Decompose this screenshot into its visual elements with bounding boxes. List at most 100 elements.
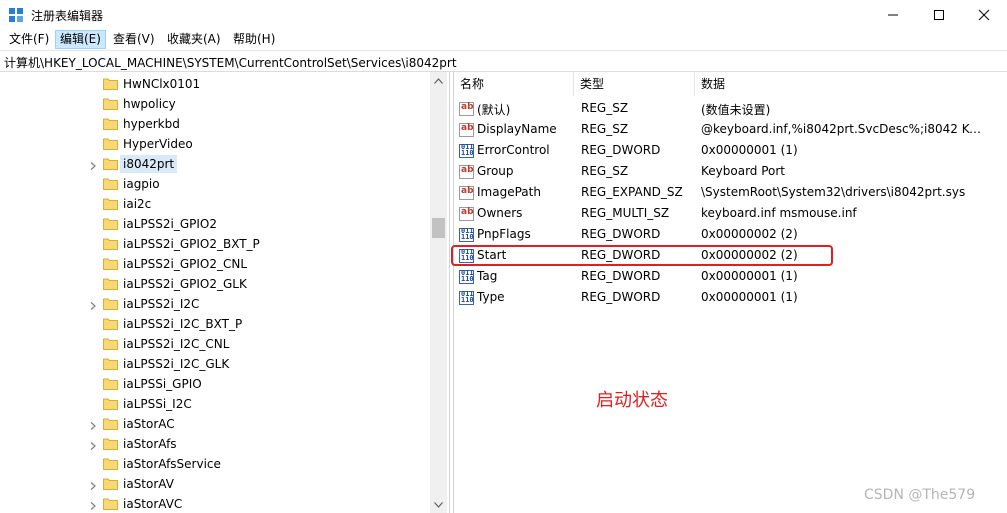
value-name: ErrorControl [477, 143, 550, 157]
folder-icon [103, 417, 118, 430]
value-name: Type [477, 290, 505, 304]
tree-item-label[interactable]: iaStorAC [120, 415, 178, 433]
close-button[interactable] [961, 0, 1007, 30]
tree-item[interactable]: i8042prt [0, 154, 430, 174]
tree-item[interactable]: iaStorAV [0, 474, 430, 494]
tree-item-label[interactable]: iaStorAfs [120, 435, 180, 453]
tree-item[interactable]: iaLPSS2i_GPIO2_CNL [0, 254, 430, 274]
value-type: REG_DWORD [581, 269, 661, 283]
tree-item[interactable]: iaLPSSi_GPIO [0, 374, 430, 394]
tree-item[interactable]: iaStorAfs [0, 434, 430, 454]
tree-item[interactable]: iaLPSSi_I2C [0, 394, 430, 414]
folder-icon [103, 437, 118, 450]
chevron-right-icon[interactable] [89, 439, 97, 450]
value-row[interactable]: 011 110 ErrorControl REG_DWORD 0x00000001 (1… [454, 141, 1007, 162]
string-value-icon: ab [459, 102, 474, 116]
scroll-down-button[interactable] [430, 496, 447, 513]
tree-item-label[interactable]: iaStorAVC [120, 495, 185, 513]
value-name: Group [477, 164, 514, 178]
binary-value-icon: 011 110 [459, 269, 474, 284]
tree-item[interactable]: hwpolicy [0, 94, 430, 114]
value-row[interactable]: ab ImagePath REG_EXPAND_SZ \SystemRoot\Syst… [454, 183, 1007, 204]
binary-value-icon: 011 110 [459, 290, 474, 305]
menu-favorites[interactable]: 收藏夹(A) [163, 30, 225, 49]
chevron-down-icon [434, 501, 443, 508]
tree-item[interactable]: iagpio [0, 174, 430, 194]
chevron-right-icon[interactable] [89, 499, 97, 510]
chevron-right-icon[interactable] [89, 299, 97, 310]
tree-item-label[interactable]: iaLPSS2i_GPIO2_BXT_P [120, 235, 263, 253]
menu-help[interactable]: 帮助(H) [229, 30, 279, 49]
column-header-data[interactable]: 数据 [695, 72, 1007, 96]
tree-item[interactable]: iaLPSS2i_I2C_GLK [0, 354, 430, 374]
address-path[interactable]: 计算机\HKEY_LOCAL_MACHINE\SYSTEM\CurrentCon… [4, 54, 457, 71]
chevron-right-icon[interactable] [89, 159, 97, 170]
tree-item-label[interactable]: i8042prt [120, 155, 178, 173]
tree-item[interactable]: iaLPSS2i_I2C_BXT_P [0, 314, 430, 334]
menu-edit[interactable]: 编辑(E) [55, 30, 106, 49]
tree-item[interactable]: iaLPSS2i_GPIO2_BXT_P [0, 234, 430, 254]
tree-scrollbar[interactable] [430, 72, 447, 513]
tree-item-label[interactable]: iaLPSS2i_GPIO2_GLK [120, 275, 250, 293]
tree-item-label[interactable]: iaLPSS2i_I2C_GLK [120, 355, 232, 373]
chevron-right-icon[interactable] [89, 419, 97, 430]
tree-item[interactable]: iaLPSS2i_I2C_CNL [0, 334, 430, 354]
tree-item-label[interactable]: iaLPSSi_GPIO [120, 375, 205, 393]
value-row[interactable]: ab Owners REG_MULTI_SZ keyboard.inf msmouse… [454, 204, 1007, 225]
tree-item[interactable]: iai2c [0, 194, 430, 214]
watermark: CSDN @The579 [864, 487, 976, 503]
tree-item-label[interactable]: HyperVideo [120, 135, 196, 153]
value-row[interactable]: ab DisplayName REG_SZ @keyboard.inf,%i8042p… [454, 120, 1007, 141]
menu-file[interactable]: 文件(F) [5, 30, 53, 49]
value-row[interactable]: ab Group REG_SZ Keyboard Port [454, 162, 1007, 183]
value-data: @keyboard.inf,%i8042prt.SvcDesc%;i8042 K… [701, 122, 981, 136]
tree-item-label[interactable]: HwNClx0101 [120, 75, 203, 93]
tree-item[interactable]: iaLPSS2i_GPIO2 [0, 214, 430, 234]
tree-item-label[interactable]: iagpio [120, 175, 163, 193]
tree-item-label[interactable]: iaStorAfsService [120, 455, 224, 473]
tree-item-label[interactable]: iaLPSS2i_GPIO2 [120, 215, 220, 233]
tree-item-label[interactable]: iaLPSS2i_I2C_CNL [120, 335, 232, 353]
column-header-name[interactable]: 名称 [454, 72, 574, 96]
value-data: (数值未设置) [701, 103, 771, 117]
tree-item[interactable]: HwNClx0101 [0, 74, 430, 94]
key-tree[interactable]: HwNClx0101 hwpolicy hyperkbd HyperVideo i804… [0, 72, 450, 513]
maximize-button[interactable] [916, 0, 962, 30]
value-row[interactable]: 011 110 PnpFlags REG_DWORD 0x00000002 (2) [454, 225, 1007, 246]
folder-icon [103, 317, 118, 330]
value-name: PnpFlags [477, 227, 531, 241]
tree-item[interactable]: hyperkbd [0, 114, 430, 134]
tree-item-label[interactable]: hwpolicy [120, 95, 179, 113]
tree-item-label[interactable]: iai2c [120, 195, 154, 213]
minimize-button[interactable] [870, 0, 916, 30]
maximize-icon [934, 10, 944, 20]
values-list[interactable]: 名称 类型 数据 ab (默认) REG_SZ (数值未设置) ab DisplayNam… [453, 72, 1007, 513]
tree-item-label[interactable]: iaStorAV [120, 475, 177, 493]
value-row[interactable]: 011 110 Type REG_DWORD 0x00000001 (1) [454, 288, 1007, 309]
tree-item-label[interactable]: iaLPSS2i_I2C_BXT_P [120, 315, 245, 333]
tree-item[interactable]: HyperVideo [0, 134, 430, 154]
folder-icon [103, 497, 118, 510]
scroll-thumb[interactable] [432, 218, 445, 238]
value-type: REG_DWORD [581, 143, 661, 157]
tree-item[interactable]: iaStorAVC [0, 494, 430, 513]
chevron-right-icon[interactable] [89, 479, 97, 490]
tree-item-label[interactable]: iaLPSSi_I2C [120, 395, 195, 413]
tree-item-label[interactable]: iaLPSS2i_I2C [120, 295, 202, 313]
value-row[interactable]: 011 110 Tag REG_DWORD 0x00000001 (1) [454, 267, 1007, 288]
folder-icon [103, 237, 118, 250]
value-row[interactable]: ab (默认) REG_SZ (数值未设置) [454, 99, 1007, 120]
address-bar[interactable]: 计算机\HKEY_LOCAL_MACHINE\SYSTEM\CurrentCon… [0, 51, 1007, 72]
tree-item[interactable]: iaLPSS2i_GPIO2_GLK [0, 274, 430, 294]
scroll-up-button[interactable] [430, 72, 447, 89]
value-name: ImagePath [477, 185, 541, 199]
menu-view[interactable]: 查看(V) [109, 30, 159, 49]
tree-item-label[interactable]: hyperkbd [120, 115, 183, 133]
tree-item[interactable]: iaStorAC [0, 414, 430, 434]
folder-icon [103, 177, 118, 190]
binary-value-icon: 011 110 [459, 143, 474, 158]
tree-item[interactable]: iaStorAfsService [0, 454, 430, 474]
column-header-type[interactable]: 类型 [574, 72, 695, 96]
tree-item[interactable]: iaLPSS2i_I2C [0, 294, 430, 314]
tree-item-label[interactable]: iaLPSS2i_GPIO2_CNL [120, 255, 250, 273]
